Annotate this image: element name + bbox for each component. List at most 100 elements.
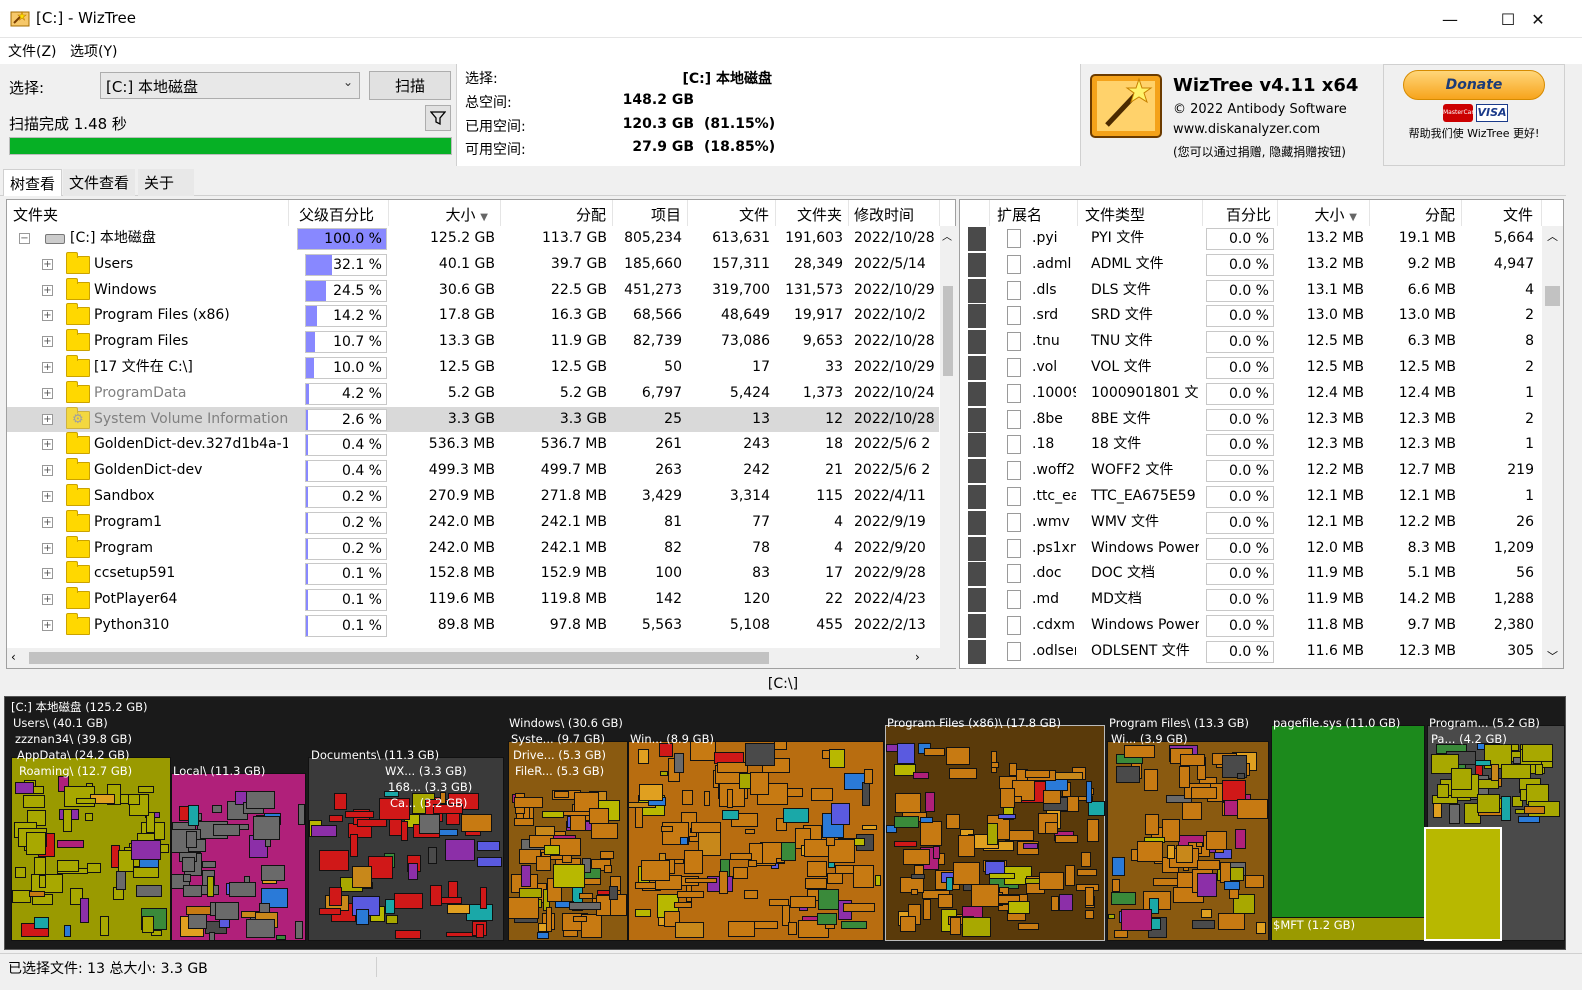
treemap-cell[interactable] <box>1205 830 1227 851</box>
extension-row[interactable]: .tnu TNU 文件 0.0 % 12.5 MB 6.3 MB 8 <box>960 329 1542 355</box>
menu-options[interactable]: 选项(Y) <box>70 41 117 61</box>
treemap-cell[interactable] <box>319 849 349 871</box>
treemap-cell[interactable] <box>1108 913 1116 920</box>
tree-row[interactable]: + PotPlayer64 0.1 % 119.6 MB 119.8 MB 142 12… <box>7 587 939 613</box>
col-header-ext-size[interactable]: 大小 ▼ <box>1278 200 1370 226</box>
treemap-cell[interactable] <box>1179 754 1206 766</box>
treemap-cell[interactable] <box>810 788 834 802</box>
scan-button[interactable]: 扫描 <box>369 71 451 100</box>
treemap-cell[interactable] <box>946 814 961 830</box>
expand-icon[interactable]: + <box>42 284 53 296</box>
tree-row[interactable]: + ProgramData 4.2 % 5.2 GB 5.2 GB 6,797 5,42… <box>7 380 939 407</box>
treemap-cell[interactable] <box>893 841 917 848</box>
treemap-cell[interactable] <box>1055 835 1079 844</box>
tab-file-view[interactable]: 文件查看 <box>63 169 136 196</box>
treemap-cell[interactable] <box>958 835 975 858</box>
treemap-cell[interactable] <box>920 821 942 846</box>
treemap-cell[interactable] <box>635 805 644 828</box>
treemap-cell[interactable] <box>1535 764 1543 776</box>
col-header-size[interactable]: 大小 ▼ <box>389 200 501 226</box>
treemap-cell[interactable] <box>673 902 692 909</box>
treemap-cell[interactable] <box>1054 771 1084 781</box>
treemap-cell[interactable] <box>34 917 50 929</box>
tab-about[interactable]: 关于 <box>138 169 194 196</box>
treemap-cell[interactable] <box>1522 744 1554 762</box>
treemap-cell[interactable] <box>87 863 102 873</box>
col-header-items[interactable]: 项目 <box>613 200 688 226</box>
treemap-cell[interactable] <box>1191 919 1215 930</box>
treemap-cell[interactable] <box>1045 821 1058 834</box>
treemap-cell[interactable] <box>570 815 587 831</box>
treemap-cell[interactable] <box>1085 887 1095 907</box>
treemap-cell[interactable] <box>213 823 240 836</box>
treemap-cell[interactable] <box>682 789 694 805</box>
treemap-cell[interactable] <box>1451 768 1472 790</box>
treemap-cell[interactable] <box>63 925 72 938</box>
treemap-cell[interactable] <box>864 769 874 785</box>
treemap-cell[interactable] <box>674 752 684 773</box>
extension-row[interactable]: .8be 8BE 文件 0.0 % 12.3 MB 12.3 MB 2 <box>960 407 1542 433</box>
treemap-cell[interactable] <box>520 864 531 888</box>
treemap-cell[interactable] <box>1022 843 1038 850</box>
col-header-extension[interactable]: 扩展名 <box>990 200 1078 226</box>
treemap-cell[interactable] <box>1244 874 1264 888</box>
treemap-cell[interactable] <box>732 867 748 879</box>
treemap-cell[interactable] <box>1490 764 1499 782</box>
treemap-cell[interactable] <box>773 741 787 750</box>
treemap-cell[interactable] <box>208 932 216 941</box>
treemap-cell[interactable] <box>183 885 202 898</box>
treemap-cell[interactable] <box>1195 841 1204 848</box>
col-header-parent-pct[interactable]: 父级百分比 <box>289 200 389 226</box>
treemap-cell[interactable] <box>991 761 1000 768</box>
treemap-cell[interactable] <box>1166 845 1176 859</box>
treemap-cell[interactable] <box>1223 880 1241 890</box>
collapse-icon[interactable]: − <box>19 233 30 244</box>
tree-row[interactable]: + [17 文件在 C:\] 10.0 % 12.5 GB 12.5 GB 50 17 3… <box>7 355 939 381</box>
filter-button[interactable] <box>425 105 451 131</box>
tree-vertical-scrollbar[interactable]: ︿ <box>940 226 956 668</box>
treemap-cell[interactable] <box>743 890 759 900</box>
treemap-cell[interactable] <box>1524 806 1546 815</box>
expand-icon[interactable]: + <box>42 516 53 528</box>
treemap-cell[interactable] <box>14 782 35 795</box>
treemap-cell[interactable] <box>677 891 705 898</box>
tree-row[interactable]: + ccsetup591 0.1 % 152.8 MB 152.9 MB 100 83 1… <box>7 561 939 587</box>
treemap-cell[interactable] <box>999 788 1016 808</box>
tree-row[interactable]: + Program Files 10.7 % 13.3 GB 11.9 GB 82,7… <box>7 329 939 355</box>
treemap-cell[interactable] <box>1500 795 1512 821</box>
treemap-cell[interactable] <box>1236 798 1268 819</box>
treemap-cell[interactable] <box>674 922 704 938</box>
treemap-cell[interactable] <box>1197 873 1218 897</box>
treemap-cell[interactable] <box>826 837 836 846</box>
treemap-cell[interactable] <box>604 864 612 874</box>
treemap-cell[interactable] <box>1007 901 1030 914</box>
treemap-cell[interactable] <box>690 821 722 834</box>
treemap-cell[interactable] <box>514 797 543 809</box>
treemap-cell[interactable] <box>572 916 587 923</box>
extension-row[interactable]: .wmv WMV 文件 0.0 % 12.1 MB 12.2 MB 26 <box>960 510 1542 536</box>
treemap-cell[interactable] <box>910 873 925 880</box>
extension-row[interactable]: .doc DOC 文档 0.0 % 11.9 MB 5.1 MB 56 <box>960 561 1542 587</box>
treemap-cell[interactable] <box>1115 765 1141 784</box>
extension-row[interactable]: .ttc_ea TTC_EA675E59 文 0.0 % 12.1 MB 12.… <box>960 484 1542 510</box>
treemap[interactable]: [C:] 本地磁盘 (125.2 GB) Users\ (40.1 GB) zzzn… <box>4 696 1566 950</box>
treemap-cell[interactable] <box>748 859 758 868</box>
treemap-cell[interactable] <box>638 783 664 802</box>
treemap-block-pagefile[interactable] <box>1271 725 1425 941</box>
treemap-cell[interactable] <box>1179 766 1191 788</box>
treemap-cell[interactable] <box>185 906 211 915</box>
extension-row[interactable]: .ps1xm Windows PowerS 0.0 % 12.0 MB 8.3 … <box>960 536 1542 562</box>
treemap-cell[interactable] <box>408 863 418 880</box>
treemap-cell[interactable] <box>15 867 27 879</box>
tab-tree-view[interactable]: 树查看 <box>3 169 63 196</box>
treemap-cell[interactable] <box>840 921 867 930</box>
col-header-ext-allocated[interactable]: 分配 <box>1370 200 1462 226</box>
tree-row[interactable]: + ⚙ System Volume Information 2.6 % 3.3 GB… <box>7 406 939 433</box>
treemap-cell[interactable] <box>384 898 396 914</box>
treemap-cell[interactable] <box>896 742 915 765</box>
tree-row[interactable]: + Program 0.2 % 242.0 MB 242.1 MB 82 78 4 2022… <box>7 535 939 562</box>
treemap-cell[interactable] <box>1234 829 1246 850</box>
treemap-cell[interactable] <box>138 786 154 793</box>
treemap-cell[interactable] <box>444 838 475 861</box>
treemap-cell[interactable] <box>719 871 729 894</box>
